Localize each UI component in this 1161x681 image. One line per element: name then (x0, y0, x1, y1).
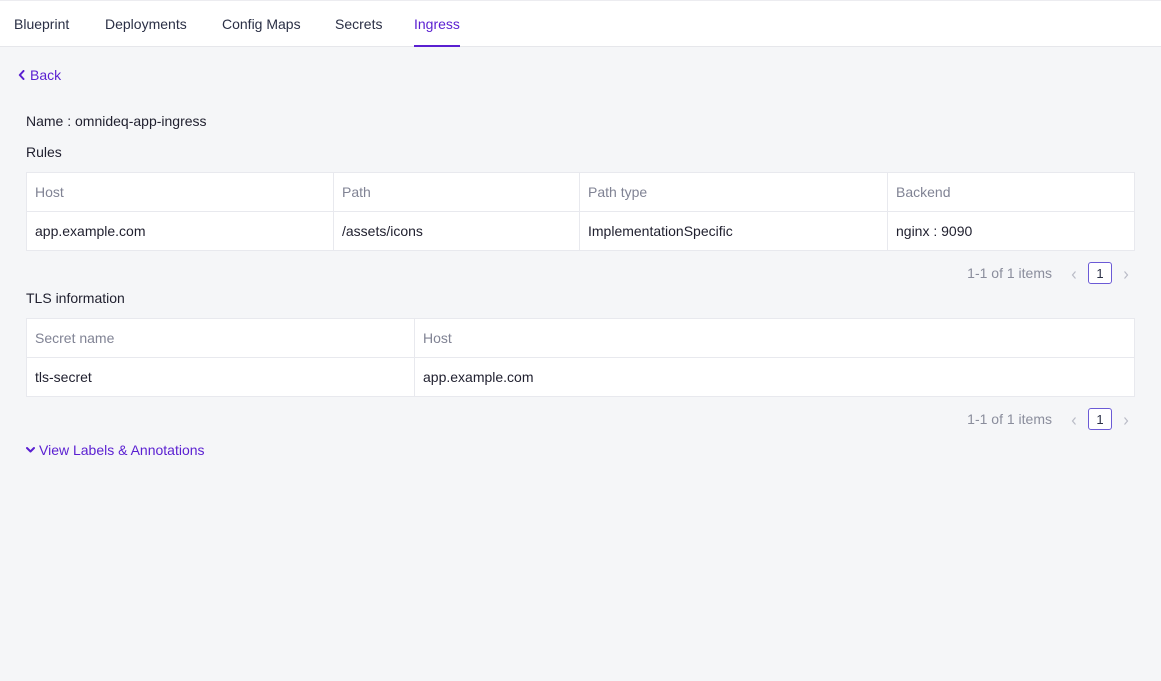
column-header-path-type: Path type (579, 172, 888, 212)
ingress-name: Name : omnideq-app-ingress (26, 113, 207, 129)
chevron-left-icon (18, 70, 25, 80)
back-label: Back (30, 67, 62, 83)
tls-pagination: 1-1 of 1 items 1 (967, 407, 1134, 431)
pagination-summary: 1-1 of 1 items (967, 265, 1052, 281)
next-page-icon[interactable] (1118, 267, 1134, 283)
table-header-row: Secret name Host (26, 318, 1135, 358)
table-header-row: Host Path Path type Backend (26, 172, 1135, 212)
table-row: tls-secret app.example.com (26, 357, 1135, 397)
tab-bar: Blueprint Deployments Config Maps Secret… (0, 0, 1161, 47)
view-labels-annotations-label: View Labels & Annotations (39, 442, 205, 458)
rules-table: Host Path Path type Backend app.example.… (26, 172, 1135, 251)
tls-table: Secret name Host tls-secret app.example.… (26, 318, 1135, 397)
tab-deployments[interactable]: Deployments (105, 1, 187, 47)
column-header-backend: Backend (887, 172, 1135, 212)
view-labels-annotations-toggle[interactable]: View Labels & Annotations (26, 441, 205, 459)
cell-host: app.example.com (26, 211, 334, 251)
tls-title: TLS information (26, 290, 125, 306)
tab-secrets[interactable]: Secrets (335, 1, 382, 47)
column-header-secret-name: Secret name (26, 318, 415, 358)
tab-blueprint[interactable]: Blueprint (14, 1, 69, 47)
tab-ingress[interactable]: Ingress (414, 1, 460, 47)
cell-secret-name: tls-secret (26, 357, 415, 397)
tab-config-maps[interactable]: Config Maps (222, 1, 301, 47)
cell-path-type: ImplementationSpecific (579, 211, 888, 251)
chevron-down-icon (26, 446, 35, 454)
pagination-summary: 1-1 of 1 items (967, 411, 1052, 427)
column-header-host: Host (26, 172, 334, 212)
page-1-button[interactable]: 1 (1088, 408, 1112, 430)
prev-page-icon[interactable] (1066, 413, 1082, 429)
table-row: app.example.com /assets/icons Implementa… (26, 211, 1135, 251)
rules-pagination: 1-1 of 1 items 1 (967, 261, 1134, 285)
cell-backend: nginx : 9090 (887, 211, 1135, 251)
column-header-host: Host (414, 318, 1135, 358)
page-1-button[interactable]: 1 (1088, 262, 1112, 284)
next-page-icon[interactable] (1118, 413, 1134, 429)
column-header-path: Path (333, 172, 580, 212)
cell-path: /assets/icons (333, 211, 580, 251)
back-link[interactable]: Back (18, 66, 61, 84)
prev-page-icon[interactable] (1066, 267, 1082, 283)
rules-title: Rules (26, 144, 62, 160)
cell-host: app.example.com (414, 357, 1135, 397)
